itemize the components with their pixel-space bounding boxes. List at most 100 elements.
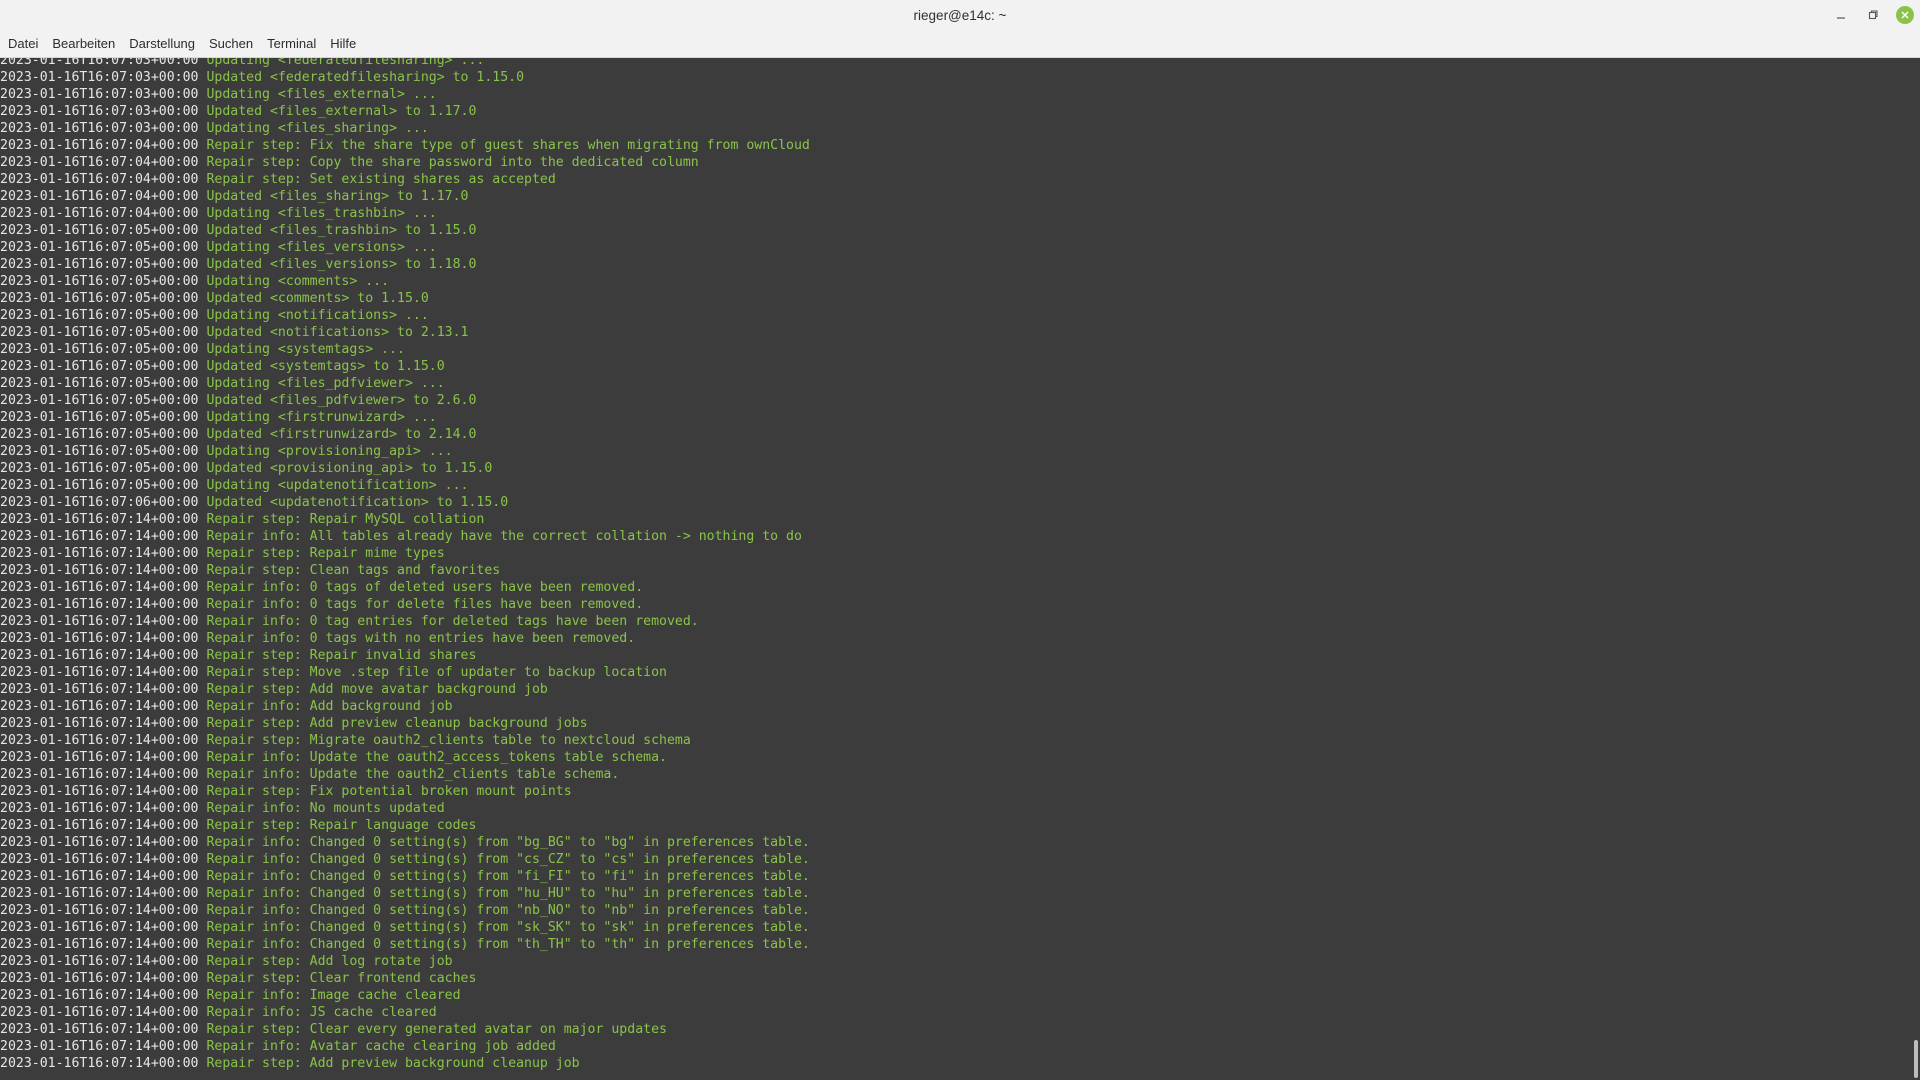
log-message: Repair step: Clear every generated avata… [206, 1022, 667, 1037]
log-timestamp: 2023-01-16T16:07:05+00:00 [0, 444, 199, 459]
log-message: Repair info: Update the oauth2_clients t… [206, 767, 620, 782]
terminal-lines: 2023-01-16T16:07:03+00:00 Updating <fede… [0, 58, 810, 1072]
log-message: Updated <notifications> to 2.13.1 [206, 325, 469, 340]
log-timestamp: 2023-01-16T16:07:14+00:00 [0, 716, 199, 731]
terminal-line: 2023-01-16T16:07:14+00:00 Repair info: 0… [0, 613, 810, 630]
log-message: Updated <updatenotification> to 1.15.0 [206, 495, 509, 510]
terminal-line: 2023-01-16T16:07:14+00:00 Repair step: C… [0, 562, 810, 579]
log-message: Repair step: Fix the share type of guest… [206, 138, 810, 153]
log-message: Repair info: Changed 0 setting(s) from "… [206, 835, 810, 850]
log-timestamp: 2023-01-16T16:07:05+00:00 [0, 393, 199, 408]
terminal-line: 2023-01-16T16:07:05+00:00 Updated <syste… [0, 358, 810, 375]
log-message: Repair info: Changed 0 setting(s) from "… [206, 937, 810, 952]
log-timestamp: 2023-01-16T16:07:04+00:00 [0, 138, 199, 153]
log-message: Updated <systemtags> to 1.15.0 [206, 359, 445, 374]
terminal-line: 2023-01-16T16:07:05+00:00 Updated <notif… [0, 324, 810, 341]
log-message: Updated <federatedfilesharing> to 1.15.0 [206, 70, 525, 85]
log-message: Repair info: Update the oauth2_access_to… [206, 750, 667, 765]
log-timestamp: 2023-01-16T16:07:14+00:00 [0, 784, 199, 799]
terminal-line: 2023-01-16T16:07:14+00:00 Repair info: C… [0, 885, 810, 902]
terminal-line: 2023-01-16T16:07:03+00:00 Updating <file… [0, 86, 810, 103]
log-message: Repair step: Set existing shares as acce… [206, 172, 556, 187]
log-timestamp: 2023-01-16T16:07:14+00:00 [0, 954, 199, 969]
log-message: Repair info: Changed 0 setting(s) from "… [206, 869, 810, 884]
log-timestamp: 2023-01-16T16:07:14+00:00 [0, 648, 199, 663]
log-timestamp: 2023-01-16T16:07:05+00:00 [0, 274, 199, 289]
log-message: Updated <firstrunwizard> to 2.14.0 [206, 427, 477, 442]
title-bar[interactable]: rieger@e14c: ~ [0, 0, 1920, 30]
window-title: rieger@e14c: ~ [913, 7, 1007, 23]
log-message: Repair info: Changed 0 setting(s) from "… [206, 852, 810, 867]
log-message: Updating <federatedfilesharing> ... [206, 58, 485, 68]
log-message: Repair step: Add preview cleanup backgro… [206, 716, 588, 731]
log-timestamp: 2023-01-16T16:07:05+00:00 [0, 376, 199, 391]
terminal-line: 2023-01-16T16:07:14+00:00 Repair step: R… [0, 511, 810, 528]
log-timestamp: 2023-01-16T16:07:14+00:00 [0, 767, 199, 782]
terminal-line: 2023-01-16T16:07:14+00:00 Repair info: C… [0, 868, 810, 885]
log-timestamp: 2023-01-16T16:07:14+00:00 [0, 988, 199, 1003]
log-message: Repair step: Repair mime types [206, 546, 445, 561]
terminal-line: 2023-01-16T16:07:04+00:00 Updated <files… [0, 188, 810, 205]
scrollbar[interactable] [1908, 58, 1920, 1080]
terminal-output[interactable]: 2023-01-16T16:07:03+00:00 Updating <fede… [0, 58, 1908, 1080]
terminal-line: 2023-01-16T16:07:14+00:00 Repair info: A… [0, 1038, 810, 1055]
log-message: Updating <firstrunwizard> ... [206, 410, 437, 425]
log-timestamp: 2023-01-16T16:07:05+00:00 [0, 342, 199, 357]
terminal-line: 2023-01-16T16:07:14+00:00 Repair step: A… [0, 953, 810, 970]
log-timestamp: 2023-01-16T16:07:05+00:00 [0, 257, 199, 272]
log-timestamp: 2023-01-16T16:07:03+00:00 [0, 121, 199, 136]
log-message: Repair step: Migrate oauth2_clients tabl… [206, 733, 691, 748]
log-message: Repair step: Clear frontend caches [206, 971, 477, 986]
terminal-line: 2023-01-16T16:07:14+00:00 Repair info: C… [0, 834, 810, 851]
log-timestamp: 2023-01-16T16:07:05+00:00 [0, 325, 199, 340]
close-icon[interactable] [1896, 6, 1914, 24]
log-timestamp: 2023-01-16T16:07:14+00:00 [0, 903, 199, 918]
log-timestamp: 2023-01-16T16:07:03+00:00 [0, 104, 199, 119]
log-timestamp: 2023-01-16T16:07:05+00:00 [0, 427, 199, 442]
log-message: Repair info: JS cache cleared [206, 1005, 437, 1020]
terminal-line: 2023-01-16T16:07:14+00:00 Repair info: 0… [0, 630, 810, 647]
maximize-icon[interactable] [1864, 6, 1882, 24]
terminal-line: 2023-01-16T16:07:05+00:00 Updated <files… [0, 392, 810, 409]
log-timestamp: 2023-01-16T16:07:14+00:00 [0, 886, 199, 901]
scrollbar-thumb[interactable] [1914, 1040, 1918, 1078]
menu-suchen[interactable]: Suchen [203, 36, 261, 51]
log-message: Updated <provisioning_api> to 1.15.0 [206, 461, 493, 476]
terminal-line: 2023-01-16T16:07:04+00:00 Repair step: F… [0, 137, 810, 154]
log-timestamp: 2023-01-16T16:07:14+00:00 [0, 920, 199, 935]
log-timestamp: 2023-01-16T16:07:14+00:00 [0, 1005, 199, 1020]
log-message: Repair info: Image cache cleared [206, 988, 461, 1003]
terminal-line: 2023-01-16T16:07:05+00:00 Updating <prov… [0, 443, 810, 460]
menu-bearbeiten[interactable]: Bearbeiten [46, 36, 123, 51]
log-message: Repair info: Changed 0 setting(s) from "… [206, 903, 810, 918]
log-timestamp: 2023-01-16T16:07:14+00:00 [0, 971, 199, 986]
log-timestamp: 2023-01-16T16:07:14+00:00 [0, 682, 199, 697]
log-timestamp: 2023-01-16T16:07:14+00:00 [0, 1056, 199, 1071]
menu-hilfe[interactable]: Hilfe [324, 36, 364, 51]
terminal-line: 2023-01-16T16:07:14+00:00 Repair step: A… [0, 681, 810, 698]
menu-terminal[interactable]: Terminal [261, 36, 324, 51]
window-controls [1832, 0, 1914, 30]
menu-datei[interactable]: Datei [2, 36, 46, 51]
terminal-line: 2023-01-16T16:07:05+00:00 Updating <upda… [0, 477, 810, 494]
log-message: Repair info: All tables already have the… [206, 529, 802, 544]
terminal-line: 2023-01-16T16:07:14+00:00 Repair info: C… [0, 902, 810, 919]
terminal-line: 2023-01-16T16:07:03+00:00 Updated <files… [0, 103, 810, 120]
terminal-content: 2023-01-16T16:07:03+00:00 Updating <fede… [0, 58, 1920, 1080]
minimize-icon[interactable] [1832, 6, 1850, 24]
log-message: Repair info: Avatar cache clearing job a… [206, 1039, 556, 1054]
log-timestamp: 2023-01-16T16:07:14+00:00 [0, 818, 199, 833]
log-message: Updating <comments> ... [206, 274, 390, 289]
log-timestamp: 2023-01-16T16:07:14+00:00 [0, 869, 199, 884]
log-timestamp: 2023-01-16T16:07:14+00:00 [0, 631, 199, 646]
log-message: Repair step: Repair invalid shares [206, 648, 477, 663]
log-message: Repair step: Add preview background clea… [206, 1056, 580, 1071]
log-timestamp: 2023-01-16T16:07:14+00:00 [0, 750, 199, 765]
log-timestamp: 2023-01-16T16:07:14+00:00 [0, 835, 199, 850]
log-timestamp: 2023-01-16T16:07:14+00:00 [0, 699, 199, 714]
log-timestamp: 2023-01-16T16:07:05+00:00 [0, 240, 199, 255]
menu-darstellung[interactable]: Darstellung [123, 36, 203, 51]
log-timestamp: 2023-01-16T16:07:14+00:00 [0, 1039, 199, 1054]
menu-bar: Datei Bearbeiten Darstellung Suchen Term… [0, 30, 1920, 58]
terminal-window: rieger@e14c: ~ Datei Bearbeiten Darstell… [0, 0, 1920, 1080]
